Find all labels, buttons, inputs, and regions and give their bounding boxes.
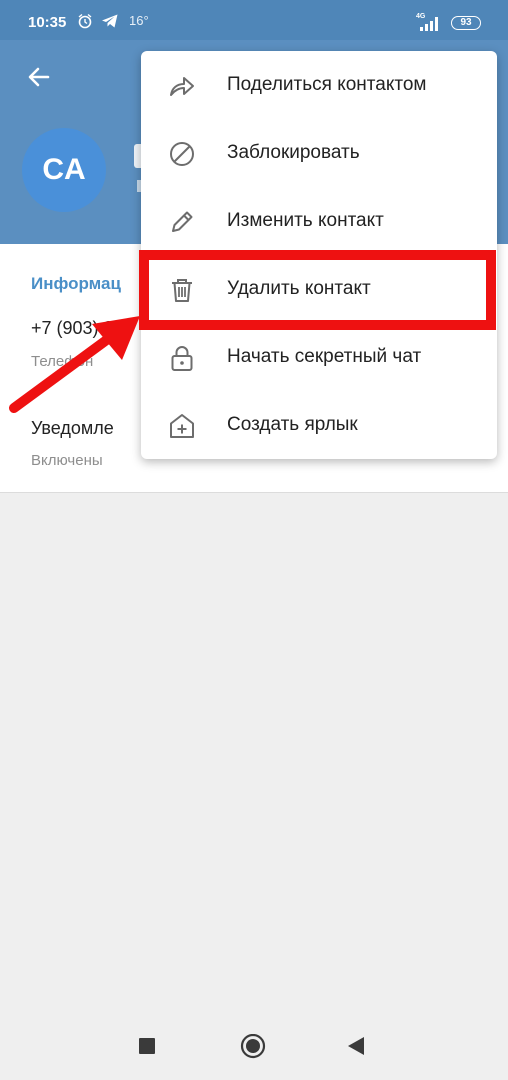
screen: 10:35 16° 4G 93 CA Информац +7 (903) 3 Т…	[0, 0, 508, 1080]
menu-item-label: Создать ярлык	[227, 414, 358, 435]
signal-icon	[420, 17, 438, 31]
avatar[interactable]: CA	[22, 128, 106, 212]
pointer-arrow-icon	[9, 316, 140, 413]
share-icon	[170, 77, 194, 96]
menu-item-label: Начать секретный чат	[227, 346, 422, 367]
menu-item-label: Изменить контакт	[227, 210, 384, 231]
recent-apps-icon[interactable]	[138, 1034, 158, 1058]
highlight-box	[139, 250, 496, 330]
menu-item-label: Заблокировать	[227, 142, 360, 163]
menu-item-label: Поделиться контактом	[227, 74, 427, 95]
menu-item-create-shortcut[interactable]: Создать ярлык	[141, 391, 497, 459]
notifications-value: Включены	[31, 452, 103, 469]
menu-item-block[interactable]: Заблокировать	[141, 119, 497, 187]
menu-item-edit-contact[interactable]: Изменить контакт	[141, 187, 497, 255]
status-temperature: 16°	[129, 13, 149, 28]
info-section-title: Информац	[31, 274, 121, 293]
telegram-icon	[102, 14, 118, 28]
status-bar: 10:35 16° 4G 93	[0, 0, 508, 40]
back-arrow-icon[interactable]	[24, 62, 54, 92]
block-icon	[170, 142, 194, 166]
back-nav-icon[interactable]	[346, 1034, 368, 1058]
battery-icon: 93	[451, 16, 481, 30]
menu-item-secret-chat[interactable]: Начать секретный чат	[141, 323, 497, 391]
system-nav-bar	[0, 1012, 508, 1080]
menu-item-share-contact[interactable]: Поделиться контактом	[141, 51, 497, 119]
status-time: 10:35	[28, 14, 67, 31]
home-icon[interactable]	[240, 1034, 266, 1060]
pencil-icon	[172, 211, 193, 232]
alarm-icon	[78, 13, 92, 29]
